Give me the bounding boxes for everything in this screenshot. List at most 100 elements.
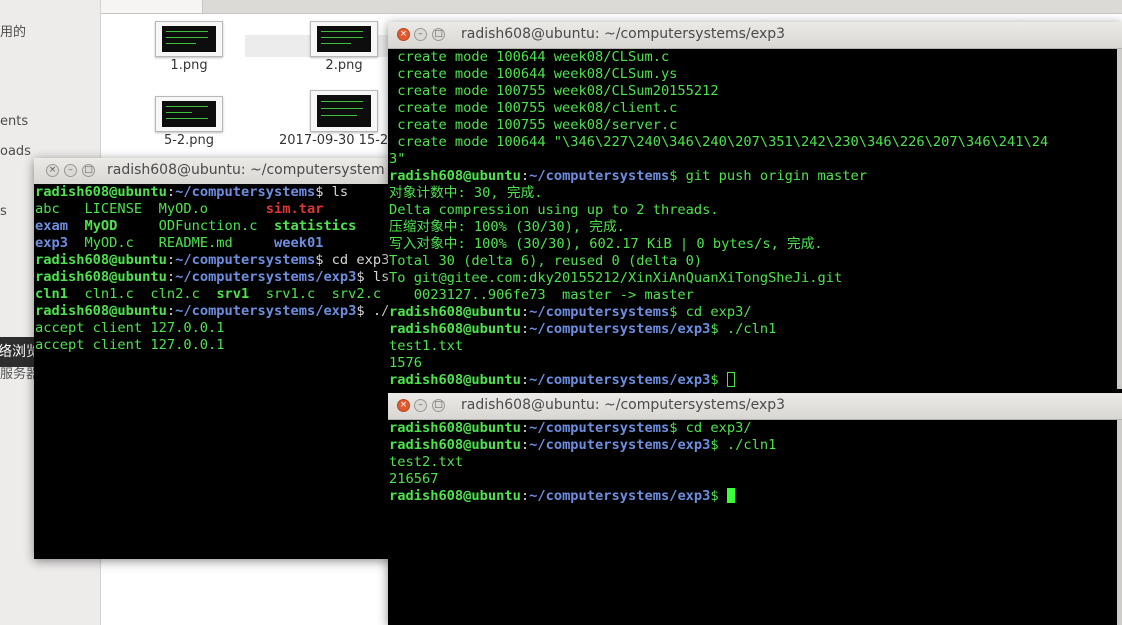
terminal-line: radish608@ubuntu:~/computersystems/exp3$… (389, 321, 1122, 338)
minimize-button[interactable]: – (414, 28, 427, 41)
terminal-text: radish608@ubuntu (389, 437, 521, 453)
terminal-text: accept client 127.0.0.1 (35, 320, 225, 336)
terminal-window-bottom[interactable]: × – □ radish608@ubuntu: ~/computersystem… (388, 393, 1122, 625)
terminal-text: ~/computersystems (175, 252, 316, 268)
close-button[interactable]: × (397, 28, 410, 41)
terminal-text: radish608@ubuntu (389, 420, 521, 436)
maximize-icon: □ (434, 29, 443, 39)
file-thumbnail[interactable] (310, 90, 378, 132)
terminal-text: create mode 100644 week08/CLSum.ys (389, 66, 678, 82)
terminal-text: : (520, 437, 530, 453)
terminal-line: create mode 100644 week08/CLSum.c (389, 49, 1122, 66)
terminal-line: 压缩对象中: 100% (30/30), 完成. (389, 219, 1122, 236)
window-title: radish608@ubuntu: ~/computersystems/exp3 (461, 397, 786, 413)
terminal-text: 对象计数中: 30, 完成. (389, 185, 543, 201)
file-thumbnail[interactable] (155, 21, 223, 57)
terminal-text: : (520, 372, 530, 388)
close-icon: × (399, 400, 408, 410)
terminal-text: ODFunction.c (117, 218, 274, 234)
file-thumbnail[interactable] (155, 96, 223, 132)
terminal-line: To git@gitee.com:dky20155212/XinXiAnQuan… (389, 270, 1122, 287)
terminal-text: ~/computersystems/exp3 (529, 437, 711, 453)
terminal-window-left[interactable]: × – □ radish608@ubuntu: ~/computersystem… (34, 158, 394, 559)
terminal-text: test1.txt (389, 338, 464, 354)
window-titlebar[interactable]: × – □ radish608@ubuntu: ~/computersystem… (388, 22, 1122, 49)
minimize-icon: – (418, 400, 423, 410)
terminal-text: create mode 100755 week08/client.c (389, 100, 678, 116)
terminal-window-top[interactable]: × – □ radish608@ubuntu: ~/computersystem… (388, 22, 1122, 412)
terminal-line: radish608@ubuntu:~/computersystems/exp3$… (35, 303, 394, 320)
terminal-line: cln1 cln1.c cln2.c srv1 srv1.c srv2.c (35, 286, 394, 303)
file-name[interactable]: 2.png (305, 58, 383, 73)
terminal-line: radish608@ubuntu:~/computersystems/exp3$ (389, 488, 1122, 505)
sidebar-item[interactable]: 用的 (0, 23, 26, 43)
terminal-text: test2.txt (389, 454, 464, 470)
terminal-line: 216567 (389, 471, 1122, 488)
maximize-button[interactable]: □ (432, 28, 445, 41)
minimize-icon: – (68, 165, 73, 175)
terminal-output[interactable]: create mode 100644 week08/CLSum.c create… (388, 49, 1122, 412)
terminal-text: : (520, 168, 530, 184)
terminal-output[interactable]: radish608@ubuntu:~/computersystems$ ls ab… (34, 184, 394, 559)
close-button[interactable]: × (46, 164, 59, 177)
close-icon: × (399, 29, 408, 39)
terminal-text: $ cd exp3/ (669, 420, 752, 436)
terminal-text: $ cd exp3/ (669, 304, 752, 320)
terminal-text: : (166, 303, 176, 319)
terminal-line: Delta compression using up to 2 threads. (389, 202, 1122, 219)
terminal-text: ~/computersystems (529, 304, 670, 320)
terminal-text: cln1 (35, 286, 68, 302)
file-name[interactable]: 2017-09-30 15-29 (279, 133, 399, 148)
terminal-line: 0023127..906fe73 master -> master (389, 287, 1122, 304)
toolbar-segment[interactable] (92, 0, 203, 13)
terminal-text: exp3 (35, 235, 68, 251)
terminal-text: week01 (273, 235, 324, 251)
sidebar-item[interactable]: ents (0, 112, 28, 132)
terminal-line: radish608@ubuntu:~/computersystems/exp3$… (389, 437, 1122, 454)
terminal-text: radish608@ubuntu (35, 269, 167, 285)
terminal-text: radish608@ubuntu (389, 488, 521, 504)
terminal-text: : (520, 420, 530, 436)
terminal-text: create mode 100755 week08/server.c (389, 117, 678, 133)
terminal-text: radish608@ubuntu (389, 321, 521, 337)
terminal-line: exp3 MyOD.c README.md week01 (35, 235, 394, 252)
file-thumbnail[interactable] (310, 21, 378, 57)
terminal-output[interactable]: radish608@ubuntu:~/computersystems$ cd e… (388, 420, 1122, 625)
terminal-line: radish608@ubuntu:~/computersystems$ ls (35, 184, 394, 201)
terminal-text: To git@gitee.com:dky20155212/XinXiAnQuan… (389, 270, 843, 286)
terminal-line: exam MyOD ODFunction.c statistics (35, 218, 394, 235)
terminal-line: accept client 127.0.0.1 (35, 320, 394, 337)
file-name[interactable]: 5-2.png (150, 133, 228, 148)
terminal-text: MyOD.c README.md (67, 235, 274, 251)
sidebar-item[interactable]: oads (0, 142, 31, 162)
terminal-text: radish608@ubuntu (35, 184, 167, 200)
terminal-text: radish608@ubuntu (35, 303, 167, 319)
terminal-text: $ ./cln1 (710, 321, 777, 337)
terminal-text: 0023127..906fe73 master -> master (389, 287, 694, 303)
minimize-button[interactable]: – (64, 164, 77, 177)
terminal-text: ~/computersystems/exp3 (529, 321, 711, 337)
sidebar-item[interactable]: s (0, 202, 7, 222)
minimize-button[interactable]: – (414, 399, 427, 412)
terminal-text: 压缩对象中: 100% (30/30), 完成. (389, 219, 625, 235)
terminal-line: radish608@ubuntu:~/computersystems/exp3$ (389, 372, 1122, 389)
scrollbar[interactable] (1117, 420, 1122, 625)
maximize-button[interactable]: □ (82, 164, 95, 177)
file-manager-toolbar (0, 0, 1122, 14)
window-titlebar[interactable]: × – □ radish608@ubuntu: ~/computersystem (34, 158, 394, 185)
terminal-text: radish608@ubuntu (35, 252, 167, 268)
terminal-text: : (166, 184, 176, 200)
terminal-text: create mode 100755 week08/CLSum20155212 (389, 83, 719, 99)
terminal-line: create mode 100755 week08/server.c (389, 117, 1122, 134)
maximize-button[interactable]: □ (432, 399, 445, 412)
terminal-text: Total 30 (delta 6), reused 0 (delta 0) (389, 253, 703, 269)
terminal-line: create mode 100755 week08/client.c (389, 100, 1122, 117)
terminal-line: radish608@ubuntu:~/computersystems$ cd e… (389, 304, 1122, 321)
terminal-text: 216567 (389, 471, 439, 487)
terminal-text: $ ls (315, 184, 349, 200)
file-name[interactable]: 1.png (150, 58, 228, 73)
window-titlebar[interactable]: × – □ radish608@ubuntu: ~/computersystem… (388, 393, 1122, 420)
close-button[interactable]: × (397, 399, 410, 412)
scrollbar[interactable] (1117, 49, 1122, 389)
terminal-line: 3" (389, 151, 1122, 168)
